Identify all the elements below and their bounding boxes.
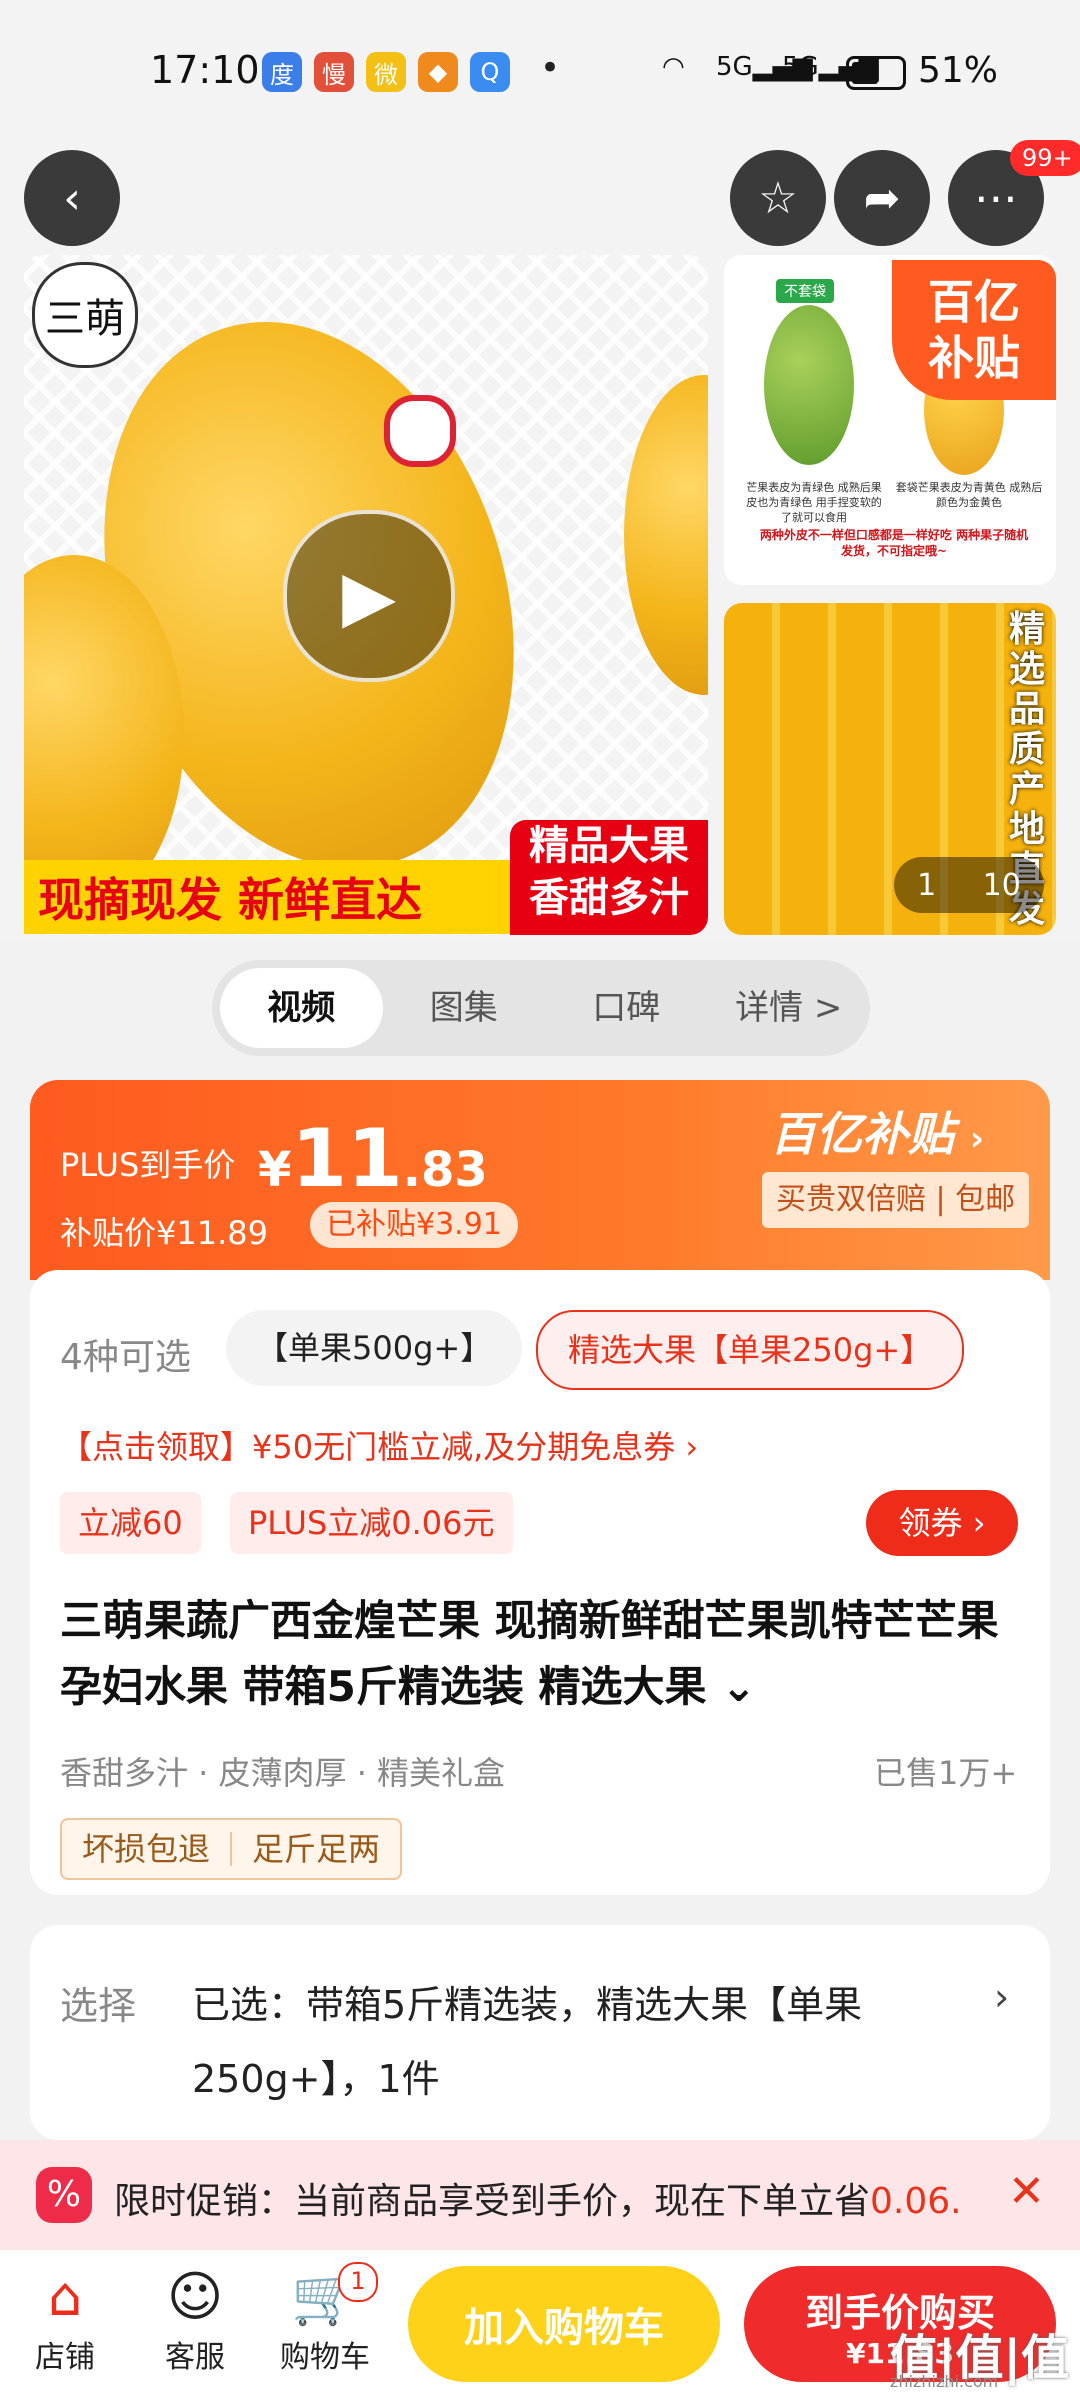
service-pledges[interactable]: 坏损包退 足斤足两 — [60, 1818, 403, 1880]
cart-label: 购物车 — [280, 2340, 370, 2375]
subsidy-line-1: 百亿 — [928, 275, 1020, 329]
counter-total: 10 — [982, 867, 1021, 903]
star-icon: ☆ — [758, 172, 798, 224]
product-features: 香甜多汁 · 皮薄肉厚 · 精美礼盒 — [60, 1754, 506, 1792]
play-icon: ▶ — [342, 555, 396, 637]
claim-coupon-button[interactable]: 领券 › — [866, 1490, 1018, 1556]
coupon-link[interactable]: 【点击领取】¥50无门槛立减,及分期免息券 › — [60, 1422, 698, 1468]
plus-discount-tag: PLUS立减0.06元 — [230, 1492, 513, 1554]
subsidy-brand-link[interactable]: 百亿补贴 › — [770, 1098, 984, 1164]
selection-label: 选择 — [60, 1984, 137, 2028]
share-button[interactable]: ➦ — [834, 150, 930, 246]
gallery-counter: 1 10 — [894, 857, 1044, 913]
currency-symbol: ¥ — [258, 1142, 292, 1198]
chevron-right-icon: › — [972, 1504, 986, 1542]
selection-text: 已选：带箱5斤精选装，精选大果【单果250g+】，1件 — [192, 1983, 863, 2101]
app-icon: ◆ — [418, 52, 458, 92]
thumb-tag: 不套袋 — [776, 279, 834, 303]
option-chip-2[interactable]: 精选大果【单果250g+】 — [536, 1310, 965, 1390]
plus-price-label: PLUS到手价 — [60, 1146, 236, 1184]
baidu-icon: 度 — [262, 52, 302, 92]
tab-details[interactable]: 详情 > — [708, 968, 871, 1048]
pledge-return: 坏损包退 — [82, 1830, 211, 1868]
more-icon: ⋯ — [974, 172, 1018, 224]
subsidy-badge: 百亿 补贴 — [892, 260, 1056, 400]
thumb-left-caption: 芒果表皮为青绿色 成熟后果皮也为青绿色 用手捏变软的了就可以食用 — [746, 481, 882, 524]
tab-gallery[interactable]: 图集 — [383, 968, 546, 1048]
chat-icon: ☺ — [166, 2265, 224, 2328]
green-mango-image — [764, 305, 854, 465]
promo-text-prefix: 限时促销：当前商品享受到手价，现在下单立省 — [114, 2181, 871, 2222]
service-label: 客服 — [165, 2340, 225, 2375]
status-bar: 17:10 度 慢 微 ◆ Q • ◠ 5G▂▄▆ 5G▂▄▆ 51% — [0, 0, 1080, 140]
guarantee-badge: 买贵双倍赔 | 包邮 — [762, 1172, 1030, 1228]
promo-amount: 0.06... — [870, 2181, 964, 2222]
sold-count: 已售1万+ — [874, 1754, 1018, 1792]
chevron-down-icon: ⌄ — [721, 1662, 757, 1711]
thumb-right-caption: 套袋芒果表皮为青黄色 成熟后颜色为金黄色 — [895, 481, 1043, 509]
option-chip-1[interactable]: 【单果500g+】 — [226, 1310, 523, 1386]
price-decimal: .83 — [402, 1142, 488, 1198]
final-price: ¥11.83 — [258, 1112, 488, 1205]
subsidy-brand-text: 百亿补贴 — [770, 1107, 954, 1161]
main-image-badge: 精品大果 香甜多汁 — [510, 820, 708, 935]
battery-icon — [846, 56, 906, 90]
chevron-left-icon: ‹ — [63, 172, 81, 224]
cart-count-badge: 1 — [338, 2262, 378, 2302]
badge-line-1: 精品大果 — [529, 823, 689, 869]
tab-video[interactable]: 视频 — [220, 968, 383, 1048]
mango-image-right — [624, 375, 708, 695]
battery-percent: 51% — [918, 50, 999, 91]
close-icon[interactable]: ✕ — [1008, 2166, 1045, 2217]
play-button[interactable]: ▶ — [283, 510, 455, 682]
discount-tag: 立减60 — [60, 1492, 201, 1554]
product-title-text: 三萌果蔬广西金煌芒果 现摘新鲜甜芒果凯特芒芒果孕妇水果 带箱5斤精选装 精选大果 — [60, 1596, 999, 1711]
subsidy-line-2: 补贴 — [928, 331, 1020, 385]
subsidy-price: 补贴价¥11.89 — [60, 1214, 268, 1252]
product-title[interactable]: 三萌果蔬广西金煌芒果 现摘新鲜甜芒果凯特芒芒果孕妇水果 带箱5斤精选装 精选大果… — [60, 1588, 1020, 1720]
status-time: 17:10 — [150, 48, 260, 92]
counter-current: 1 — [917, 867, 937, 903]
chevron-right-icon: › — [994, 1975, 1010, 2019]
wifi-icon: ◠ — [662, 52, 685, 82]
weibo-icon: 微 — [366, 52, 406, 92]
main-image-banner: 现摘现发 新鲜直达 — [24, 860, 538, 934]
shop-label: 店铺 — [35, 2340, 95, 2375]
subsidized-amount: 已补贴¥3.91 — [310, 1202, 518, 1248]
search-app-icon: Q — [470, 52, 510, 92]
customer-service-button[interactable]: ☺ 客服 — [140, 2262, 250, 2376]
badge-line-2: 香甜多汁 — [529, 875, 689, 921]
promo-text: 限时促销：当前商品享受到手价，现在下单立省0.06... — [114, 2172, 964, 2224]
watermark-url: zhizhizhi.com — [890, 2372, 999, 2391]
add-to-cart-button[interactable]: 加入购物车 — [408, 2266, 720, 2382]
brand-logo: 三萌 — [32, 262, 138, 368]
option-count: 4种可选 — [60, 1337, 191, 1378]
price-integer: 11 — [291, 1112, 403, 1205]
shop-button[interactable]: ⌂ 店铺 — [10, 2262, 120, 2376]
shop-icon: ⌂ — [47, 2265, 83, 2328]
tab-reviews[interactable]: 口碑 — [545, 968, 708, 1048]
thumb-note: 两种外皮不一样但口感都是一样好吃 两种果子随机发货，不可指定哦~ — [759, 528, 1029, 558]
claim-coupon-label: 领券 — [898, 1504, 963, 1542]
percent-icon: % — [36, 2167, 92, 2223]
more-notifications-icon: • — [540, 48, 561, 88]
favorite-button[interactable]: ☆ — [730, 150, 826, 246]
pledge-weight: 足斤足两 — [252, 1830, 381, 1868]
back-button[interactable]: ‹ — [24, 150, 120, 246]
media-tabs: 视频 图集 口碑 详情 > — [212, 960, 870, 1056]
message-badge: 99+ — [1010, 140, 1080, 176]
chevron-right-icon: › — [970, 1119, 985, 1159]
mango-sticker — [384, 395, 456, 467]
share-icon: ➦ — [863, 172, 901, 224]
manhua-icon: 慢 — [314, 52, 354, 92]
